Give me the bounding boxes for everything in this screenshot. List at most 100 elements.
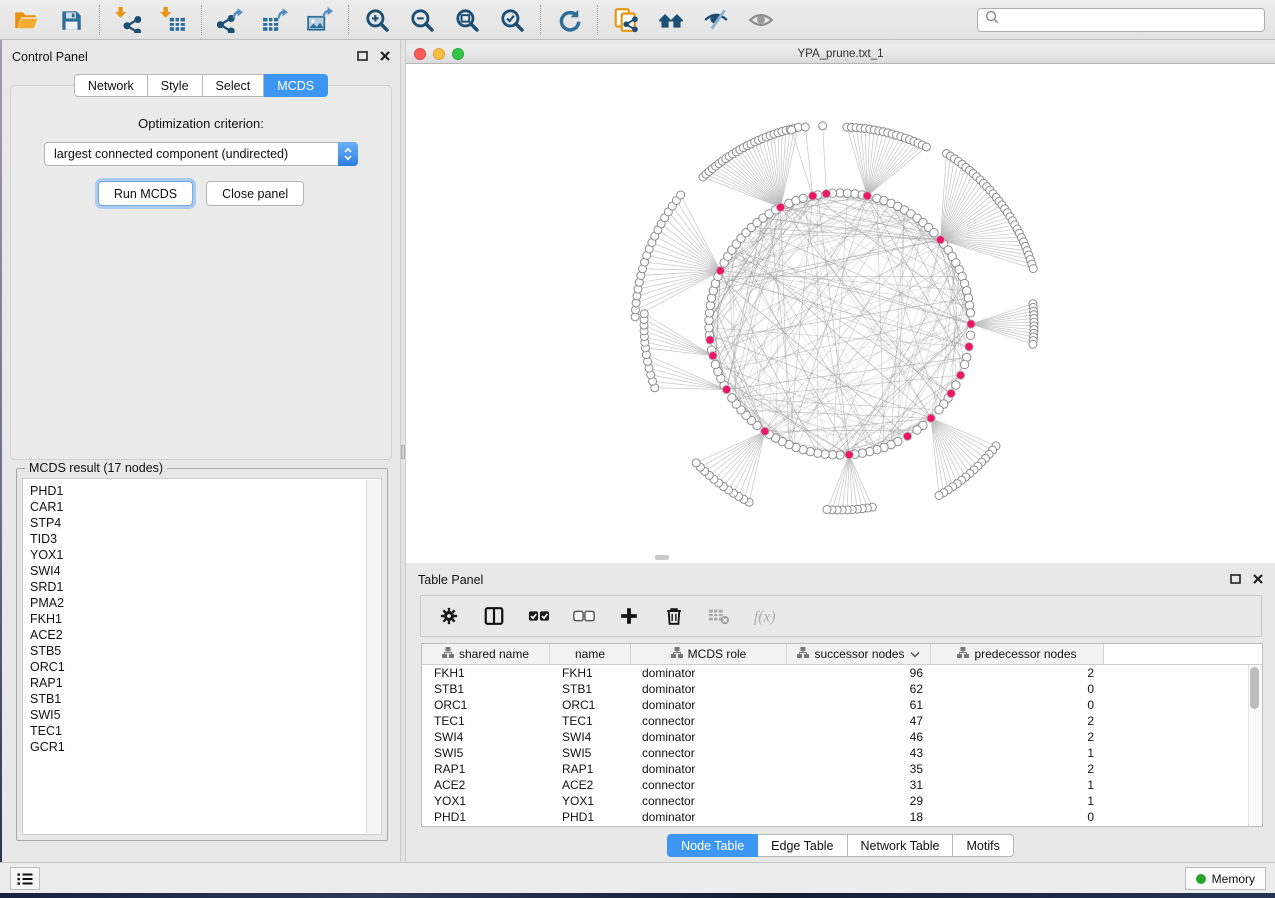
close-window-icon[interactable] xyxy=(414,48,426,60)
tab-edge-table[interactable]: Edge Table xyxy=(758,834,847,857)
column-header-successor_nodes[interactable]: successor nodes xyxy=(787,644,931,664)
optimization-criterion-label: Optimization criterion: xyxy=(11,116,391,131)
minimize-window-icon[interactable] xyxy=(433,48,445,60)
close-panel-icon[interactable] xyxy=(1253,571,1263,589)
search-box[interactable] xyxy=(977,8,1265,32)
table-cell-successor_nodes: 18 xyxy=(787,810,931,824)
mcds-result-item[interactable]: SRD1 xyxy=(30,579,381,595)
mcds-result-group: MCDS result (17 nodes) PHD1CAR1STP4TID3Y… xyxy=(16,468,388,841)
column-header-predecessor_nodes[interactable]: predecessor nodes xyxy=(931,644,1104,664)
table-cell-mcds_role: dominator xyxy=(631,730,787,744)
table-row[interactable]: RAP1RAP1dominator352 xyxy=(422,761,1262,777)
tab-style[interactable]: Style xyxy=(148,74,203,97)
tab-node-table[interactable]: Node Table xyxy=(667,834,758,857)
trash-icon[interactable] xyxy=(663,605,685,627)
run-mcds-button[interactable]: Run MCDS xyxy=(98,181,193,206)
column-header-name[interactable]: name xyxy=(550,644,631,664)
column-label: successor nodes xyxy=(814,647,904,661)
export-network-icon[interactable] xyxy=(216,6,244,34)
mcds-list-scrollbar[interactable] xyxy=(366,480,380,833)
mcds-result-item[interactable]: PMA2 xyxy=(30,595,381,611)
column-header-shared_name[interactable]: shared name xyxy=(422,644,550,664)
import-network-icon[interactable] xyxy=(114,6,142,34)
split-pane-handle[interactable] xyxy=(401,445,405,459)
mcds-result-item[interactable]: TEC1 xyxy=(30,723,381,739)
tab-network[interactable]: Network xyxy=(74,74,148,97)
save-icon[interactable] xyxy=(57,6,85,34)
mcds-result-list[interactable]: PHD1CAR1STP4TID3YOX1SWI4SRD1PMA2FKH1ACE2… xyxy=(22,478,382,835)
table-row[interactable]: STB1STB1dominator620 xyxy=(422,681,1262,697)
fx-icon: f(x) xyxy=(753,605,775,627)
open-folder-icon[interactable] xyxy=(12,6,40,34)
zoom-in-icon[interactable] xyxy=(363,6,391,34)
search-input[interactable] xyxy=(1004,12,1257,28)
plus-icon[interactable] xyxy=(618,605,640,627)
export-image-icon[interactable] xyxy=(306,6,334,34)
table-row[interactable]: ORC1ORC1dominator610 xyxy=(422,697,1262,713)
tab-mcds[interactable]: MCDS xyxy=(264,74,328,97)
table-cell-name: SWI4 xyxy=(550,730,631,744)
table-row[interactable]: PHD1PHD1dominator180 xyxy=(422,809,1262,825)
split-columns-icon[interactable] xyxy=(483,605,505,627)
homes-icon[interactable] xyxy=(657,6,685,34)
table-cell-name: ACE2 xyxy=(550,778,631,792)
table-row[interactable]: SWI4SWI4dominator462 xyxy=(422,729,1262,745)
float-panel-icon[interactable] xyxy=(1230,571,1241,589)
table-row[interactable]: ACE2ACE2connector311 xyxy=(422,777,1262,793)
import-table-icon[interactable] xyxy=(159,6,187,34)
table-row[interactable]: FKH1FKH1dominator962 xyxy=(422,665,1262,681)
task-history-button[interactable] xyxy=(10,867,40,890)
mcds-result-item[interactable]: YOX1 xyxy=(30,547,381,563)
mcds-result-item[interactable]: STB5 xyxy=(30,643,381,659)
table-cell-mcds_role: connector xyxy=(631,714,787,728)
network-graph[interactable] xyxy=(406,64,1275,563)
export-table-icon[interactable] xyxy=(261,6,289,34)
zoom-fit-icon[interactable] xyxy=(453,6,481,34)
table-row[interactable]: SWI5SWI5connector431 xyxy=(422,745,1262,761)
maximize-window-icon[interactable] xyxy=(452,48,464,60)
tab-motifs[interactable]: Motifs xyxy=(953,834,1013,857)
zoom-out-icon[interactable] xyxy=(408,6,436,34)
memory-button[interactable]: Memory xyxy=(1185,867,1266,890)
tab-network-table[interactable]: Network Table xyxy=(848,834,954,857)
table-cell-mcds_role: dominator xyxy=(631,698,787,712)
check-pair-icon[interactable] xyxy=(528,605,550,627)
table-row[interactable]: YOX1YOX1connector291 xyxy=(422,793,1262,809)
show-eye-icon[interactable] xyxy=(747,6,775,34)
network-canvas[interactable] xyxy=(406,64,1275,563)
mcds-result-item[interactable]: RAP1 xyxy=(30,675,381,691)
tab-select[interactable]: Select xyxy=(203,74,265,97)
uncheck-pair-icon[interactable] xyxy=(573,605,595,627)
table-header-row: shared name name MCDS role successor nodes p… xyxy=(422,644,1262,665)
mcds-result-item[interactable]: STP4 xyxy=(30,515,381,531)
copy-document-icon[interactable] xyxy=(612,6,640,34)
mcds-result-item[interactable]: PHD1 xyxy=(30,483,381,499)
gear-icon[interactable] xyxy=(438,605,460,627)
mcds-result-item[interactable]: TID3 xyxy=(30,531,381,547)
zoom-selected-icon[interactable] xyxy=(498,6,526,34)
table-scrollbar[interactable] xyxy=(1248,665,1262,826)
close-panel-button[interactable]: Close panel xyxy=(206,181,304,206)
float-panel-icon[interactable] xyxy=(357,48,368,66)
mcds-result-item[interactable]: SWI4 xyxy=(30,563,381,579)
mcds-result-item[interactable]: FKH1 xyxy=(30,611,381,627)
column-label: name xyxy=(575,647,605,661)
table-scrollbar-thumb[interactable] xyxy=(1250,667,1259,709)
table-cell-predecessor_nodes: 2 xyxy=(931,730,1104,744)
mcds-result-item[interactable]: ACE2 xyxy=(30,627,381,643)
mcds-result-item[interactable]: GCR1 xyxy=(30,739,381,755)
close-panel-icon[interactable] xyxy=(380,48,390,66)
toolbar-icon-groups xyxy=(10,5,789,35)
network-window-title: YPA_prune.txt_1 xyxy=(797,48,883,60)
canvas-horizontal-scrollbar[interactable] xyxy=(655,555,669,560)
mcds-result-item[interactable]: CAR1 xyxy=(30,499,381,515)
hierarchy-icon xyxy=(671,647,683,661)
mcds-result-item[interactable]: SWI5 xyxy=(30,707,381,723)
table-row[interactable]: TEC1TEC1connector472 xyxy=(422,713,1262,729)
criterion-dropdown[interactable]: largest connected component (undirected) xyxy=(44,142,358,166)
hide-neighbors-icon[interactable] xyxy=(702,6,730,34)
mcds-result-item[interactable]: ORC1 xyxy=(30,659,381,675)
column-header-mcds_role[interactable]: MCDS role xyxy=(631,644,787,664)
mcds-result-item[interactable]: STB1 xyxy=(30,691,381,707)
refresh-icon[interactable] xyxy=(555,6,583,34)
